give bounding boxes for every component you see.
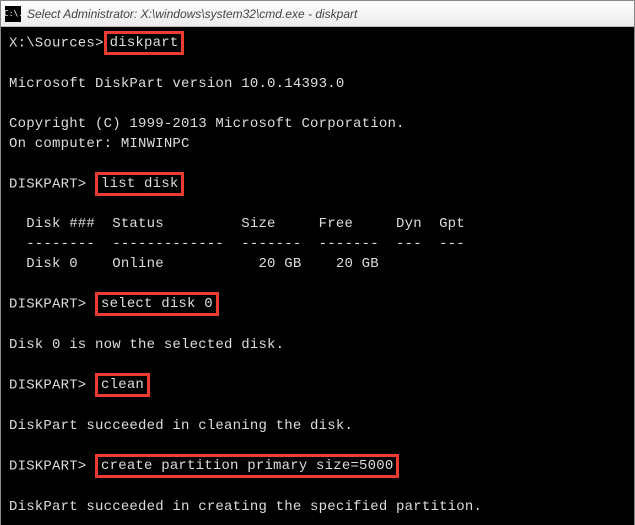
- diskpart-prompt: DISKPART>: [9, 378, 95, 394]
- cmd-icon: C:\.: [5, 6, 21, 22]
- disk-table-row: Disk 0 Online 20 GB 20 GB: [9, 256, 379, 272]
- cmd-clean: clean: [95, 373, 150, 397]
- disk-table-divider: -------- ------------- ------- ------- -…: [9, 236, 465, 252]
- prompt-sources: X:\Sources>: [9, 36, 104, 52]
- cmd-diskpart: diskpart: [104, 31, 185, 55]
- computer-line: On computer: MINWINPC: [9, 136, 190, 152]
- diskpart-prompt: DISKPART>: [9, 176, 95, 192]
- diskpart-prompt: DISKPART>: [9, 297, 95, 313]
- msg-create: DiskPart succeeded in creating the speci…: [9, 499, 482, 515]
- cmd-list-disk: list disk: [95, 172, 184, 196]
- disk-table-header: Disk ### Status Size Free Dyn Gpt: [9, 216, 465, 232]
- terminal-viewport[interactable]: X:\Sources>diskpart Microsoft DiskPart v…: [1, 27, 634, 525]
- version-line: Microsoft DiskPart version 10.0.14393.0: [9, 76, 344, 92]
- cmd-select-disk: select disk 0: [95, 292, 219, 316]
- msg-selected: Disk 0 is now the selected disk.: [9, 337, 284, 353]
- window-titlebar: C:\. Select Administrator: X:\windows\sy…: [1, 1, 634, 27]
- msg-clean: DiskPart succeeded in cleaning the disk.: [9, 418, 353, 434]
- diskpart-prompt: DISKPART>: [9, 459, 95, 475]
- cmd-create-partition: create partition primary size=5000: [95, 454, 399, 478]
- copyright-line: Copyright (C) 1999-2013 Microsoft Corpor…: [9, 116, 405, 132]
- window-title: Select Administrator: X:\windows\system3…: [27, 7, 357, 21]
